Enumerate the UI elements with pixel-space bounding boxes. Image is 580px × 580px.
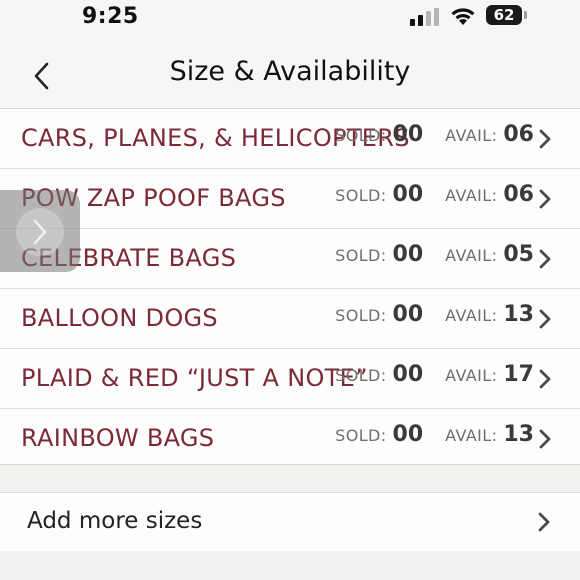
page-title: Size & Availability	[169, 56, 411, 87]
item-name: RAINBOW BAGS	[21, 424, 215, 452]
wifi-icon	[451, 8, 475, 25]
size-list: CARS, PLANES, & HELICOPTERS SOLD: 00 AVA…	[0, 108, 580, 469]
add-more-sizes-button[interactable]: Add more sizes	[0, 492, 580, 552]
battery-icon: 62	[486, 5, 528, 25]
item-counts: SOLD: 00 AVAIL: 06	[335, 122, 534, 154]
chevron-right-icon	[539, 189, 551, 209]
section-divider	[0, 464, 580, 493]
avail-label: AVAIL:	[445, 126, 498, 145]
avail-label: AVAIL:	[445, 186, 498, 205]
avail-value: 05	[503, 242, 534, 267]
avail-label: AVAIL:	[445, 366, 498, 385]
sold-value: 00	[392, 182, 424, 207]
avail-value: 13	[503, 302, 534, 327]
list-item[interactable]: CARS, PLANES, & HELICOPTERS SOLD: 00 AVA…	[0, 109, 580, 169]
sold-value: 00	[392, 242, 424, 267]
status-bar: 9:25 62	[0, 0, 580, 36]
sold-value: 00	[392, 302, 424, 327]
item-counts: SOLD: 00 AVAIL: 17	[335, 362, 534, 394]
avail-label: AVAIL:	[445, 246, 498, 265]
chevron-right-icon	[539, 129, 551, 149]
cellular-signal-icon	[410, 8, 439, 26]
sold-label: SOLD:	[335, 186, 387, 205]
avail-value: 06	[503, 122, 534, 147]
add-more-sizes-label: Add more sizes	[27, 508, 203, 534]
status-time: 9:25	[82, 4, 139, 29]
sold-label: SOLD:	[335, 306, 387, 325]
chevron-right-icon	[539, 249, 551, 269]
avail-label: AVAIL:	[445, 306, 498, 325]
list-item[interactable]: POW ZAP POOF BAGS SOLD: 00 AVAIL: 06	[0, 169, 580, 229]
sold-label: SOLD:	[335, 126, 387, 145]
sold-label: SOLD:	[335, 426, 387, 445]
battery-level: 62	[486, 5, 522, 25]
list-item[interactable]: RAINBOW BAGS SOLD: 00 AVAIL: 13	[0, 409, 580, 469]
sold-label: SOLD:	[335, 366, 387, 385]
navigation-bar: Size & Availability	[0, 40, 580, 108]
avail-value: 06	[503, 182, 534, 207]
sold-value: 00	[392, 362, 424, 387]
item-counts: SOLD: 00 AVAIL: 13	[335, 422, 534, 454]
avail-value: 17	[503, 362, 534, 387]
avail-label: AVAIL:	[445, 426, 498, 445]
item-counts: SOLD: 00 AVAIL: 06	[335, 182, 534, 214]
sold-value: 00	[392, 122, 424, 147]
chevron-right-icon	[539, 309, 551, 329]
sold-value: 00	[392, 422, 424, 447]
avail-value: 13	[503, 422, 534, 447]
list-item[interactable]: CELEBRATE BAGS SOLD: 00 AVAIL: 05	[0, 229, 580, 289]
chevron-right-icon	[539, 369, 551, 389]
list-item[interactable]: PLAID & RED “JUST A NOTE” SOLD: 00 AVAIL…	[0, 349, 580, 409]
chevron-right-icon	[33, 219, 47, 245]
bottom-background	[0, 551, 580, 580]
item-counts: SOLD: 00 AVAIL: 05	[335, 242, 534, 274]
item-name: BALLOON DOGS	[21, 304, 218, 332]
floating-assist-button[interactable]	[0, 190, 80, 272]
sold-label: SOLD:	[335, 246, 387, 265]
item-name: PLAID & RED “JUST A NOTE”	[21, 364, 368, 392]
chevron-right-icon	[538, 512, 550, 532]
list-item[interactable]: BALLOON DOGS SOLD: 00 AVAIL: 13	[0, 289, 580, 349]
item-counts: SOLD: 00 AVAIL: 13	[335, 302, 534, 334]
chevron-right-icon	[539, 429, 551, 449]
